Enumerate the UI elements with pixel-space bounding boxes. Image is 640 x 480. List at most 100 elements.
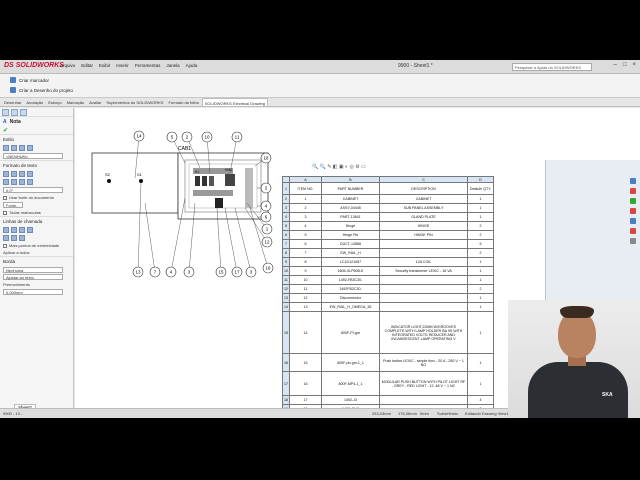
section-leaders[interactable]: Linhas de chamada <box>0 216 73 226</box>
bom-cell-qty[interactable]: 1 <box>467 194 494 204</box>
menu-item[interactable]: Ajuda <box>186 63 198 68</box>
bom-cell-part[interactable]: PART-13841 <box>321 212 380 222</box>
bom-cell-item[interactable]: 1 <box>289 194 322 204</box>
row-number[interactable]: 1 <box>282 182 290 195</box>
file-explorer-icon[interactable] <box>630 198 636 204</box>
bom-cell-part[interactable]: EW_RAIL_H_OMEGA_35 <box>321 302 380 312</box>
custom-properties-icon[interactable] <box>630 228 636 234</box>
bom-cell-qty[interactable]: 5 <box>467 239 494 249</box>
bom-cell-desc[interactable]: Push button LEXIC - simple func - 20 A -… <box>379 353 468 372</box>
resources-icon[interactable] <box>630 178 636 184</box>
bom-cell-part[interactable]: Hinge Pin <box>321 230 380 240</box>
bom-cell-item[interactable]: 8 <box>289 257 322 267</box>
leader-nearest-icon[interactable] <box>19 235 25 241</box>
leader-left-icon[interactable] <box>3 235 9 241</box>
more-points-checkbox[interactable]: Mais pontos de extremidade <box>0 242 73 249</box>
bom-row[interactable]: 6 5 Hinge Pin HINGE PIN 2 <box>282 230 494 240</box>
command-tab[interactable]: Marcação <box>65 98 87 106</box>
bom-cell-qty[interactable]: 1 <box>467 302 494 312</box>
bom-row[interactable]: 9 8 LC1D121087 12A COIL 1 <box>282 257 494 267</box>
bom-cell-item[interactable]: 6 <box>289 239 322 249</box>
leader-icon[interactable] <box>3 227 9 233</box>
heads-up-toolbar[interactable]: 🔍 🔍 ✎ ◧ ▣ ◐ ◎ ⚙ ▭ <box>312 164 366 170</box>
maximize-icon[interactable]: □ <box>623 62 627 68</box>
component-transformer[interactable] <box>215 198 223 208</box>
bom-row[interactable]: 7 6 DUCT-13888 5 <box>282 239 494 249</box>
bom-cell-part[interactable]: ASSY-04445 <box>321 203 380 213</box>
design-library-icon[interactable] <box>630 188 636 194</box>
component-k2[interactable] <box>202 176 207 186</box>
cabinet-front-view[interactable] <box>177 152 269 220</box>
bom-row[interactable]: 18 17 1492-J3 4 <box>282 395 494 405</box>
bom-cell-desc[interactable]: Security transformer LEXIC - 16 VA <box>379 266 468 276</box>
bom-cell-qty[interactable]: 1 <box>467 293 494 303</box>
component-km1[interactable] <box>225 174 235 186</box>
row-number[interactable]: 10 <box>282 266 290 276</box>
bom-cell-qty[interactable]: 2 <box>467 284 494 294</box>
bom-cell-part[interactable]: EW_RAIL_H <box>321 248 380 258</box>
bom-header-cell[interactable]: DESCRIPTION <box>379 182 468 195</box>
align-center-icon[interactable] <box>11 171 17 177</box>
row-number[interactable]: 15 <box>282 311 290 354</box>
row-number[interactable]: 12 <box>282 284 290 294</box>
row-number[interactable]: 13 <box>282 293 290 303</box>
fit-select[interactable]: Ajustar ao texto <box>3 274 63 280</box>
bom-cell-desc[interactable]: CABINET <box>379 194 468 204</box>
bom-cell-qty[interactable]: 2 <box>467 230 494 240</box>
bom-cell-item[interactable]: 11 <box>289 284 322 294</box>
command-tab[interactable]: Avaliar <box>87 98 103 106</box>
bom-cell-qty[interactable]: 2 <box>467 221 494 231</box>
lock-icon[interactable] <box>27 179 33 185</box>
angle-icon[interactable] <box>3 179 9 185</box>
bom-row[interactable]: 12 11 1492FB2C30- 2 <box>282 284 494 294</box>
bom-cell-desc[interactable] <box>379 275 468 285</box>
menu-item[interactable]: Exibir <box>99 63 110 68</box>
row-number[interactable]: 16 <box>282 353 290 372</box>
bom-cell-desc[interactable]: GLAND PLATE <box>379 212 468 222</box>
bom-row[interactable]: 11 10 1492-FB3C30- 1 <box>282 275 494 285</box>
row-number[interactable]: 18 <box>282 395 290 405</box>
justify-icon[interactable] <box>27 171 33 177</box>
border-select[interactable]: Nenhuma <box>3 267 63 273</box>
command-tab[interactable]: Desenhar <box>2 98 23 106</box>
forum-icon[interactable] <box>630 238 636 244</box>
bom-cell-item[interactable]: 15 <box>289 353 322 372</box>
link-icon[interactable] <box>11 179 17 185</box>
style-delete-icon[interactable] <box>19 145 25 151</box>
align-left-icon[interactable] <box>3 171 9 177</box>
bom-cell-part[interactable]: 1492-J3 <box>321 395 380 405</box>
bom-cell-item[interactable]: 16 <box>289 371 322 396</box>
font-button[interactable]: Fonte... <box>3 202 23 208</box>
menu-item[interactable]: Arquivo <box>60 63 75 68</box>
bom-cell-desc[interactable]: 12A COIL <box>379 257 468 267</box>
section-border[interactable]: Borda <box>0 256 73 266</box>
bom-cell-item[interactable]: 2 <box>289 203 322 213</box>
bom-cell-desc[interactable] <box>379 284 468 294</box>
bom-row[interactable]: 8 7 EW_RAIL_H 2 <box>282 248 494 258</box>
menu-item[interactable]: Inserir <box>116 63 129 68</box>
help-search-input[interactable]: Pesquisar a Ajuda do SOLIDWORKS <box>512 63 592 71</box>
style-select[interactable]: <NENHUM> <box>3 153 63 159</box>
bom-cell-desc[interactable] <box>379 395 468 405</box>
padding-field[interactable]: 0,000mm <box>3 289 63 295</box>
bom-cell-desc[interactable] <box>379 248 468 258</box>
style-save-icon[interactable] <box>27 145 33 151</box>
row-number[interactable]: 7 <box>282 239 290 249</box>
all-caps-checkbox[interactable]: Todas maiúsculas <box>0 209 73 216</box>
row-number[interactable]: 11 <box>282 275 290 285</box>
row-number[interactable]: 14 <box>282 302 290 312</box>
bom-cell-desc[interactable]: HINGE PIN <box>379 230 468 240</box>
solidworks-logo[interactable]: DS SOLIDWORKS <box>4 62 64 69</box>
component-k3[interactable] <box>209 176 214 186</box>
bom-cell-item[interactable]: 13 <box>289 302 322 312</box>
style-add-icon[interactable] <box>3 145 9 151</box>
angle-field[interactable]: 0,0° <box>3 187 63 193</box>
bom-header-cell[interactable]: ITEM NO. <box>289 182 322 195</box>
bom-cell-part[interactable]: 800F-pb-gm-1_1 <box>321 353 380 372</box>
pushbutton-s1[interactable] <box>139 179 143 183</box>
bom-cell-item[interactable]: 9 <box>289 266 322 276</box>
symbol-icon[interactable] <box>19 179 25 185</box>
menu-item[interactable]: Editar <box>81 63 93 68</box>
bom-cell-part[interactable]: 1492FB2C30- <box>321 284 380 294</box>
leader-auto-icon[interactable] <box>27 227 33 233</box>
